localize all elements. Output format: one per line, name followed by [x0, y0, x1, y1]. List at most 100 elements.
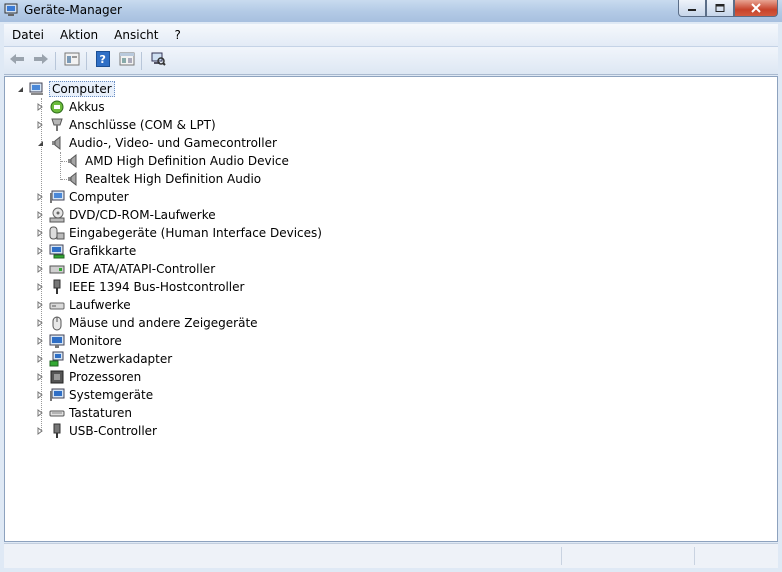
expand-arrow-icon[interactable] — [35, 188, 45, 206]
expand-arrow-icon[interactable] — [35, 332, 45, 350]
tree-item[interactable]: Akkus — [35, 98, 105, 116]
tree-item[interactable]: Netzwerkadapter — [35, 350, 172, 368]
tree-item-label: Laufwerke — [69, 298, 131, 312]
tree-item-label: IDE ATA/ATAPI-Controller — [69, 262, 216, 276]
tree-item-label: Eingabegeräte (Human Interface Devices) — [69, 226, 322, 240]
keyboard-icon — [49, 405, 65, 421]
view-icon — [119, 52, 135, 69]
forward-button[interactable] — [30, 51, 52, 71]
toolbar-separator — [141, 51, 142, 70]
tree-item-label: Tastaturen — [69, 406, 132, 420]
svg-text:?: ? — [100, 53, 106, 66]
tree-item[interactable]: Eingabegeräte (Human Interface Devices) — [35, 224, 322, 242]
title-bar[interactable]: Geräte-Manager — [0, 0, 782, 22]
toolbar: ? — [4, 47, 778, 75]
tree-item[interactable]: Tastaturen — [35, 404, 132, 422]
collapse-arrow-icon[interactable] — [35, 134, 45, 152]
expand-arrow-icon[interactable] — [35, 278, 45, 296]
speaker-icon — [65, 153, 81, 169]
tree-item-label: Anschlüsse (COM & LPT) — [69, 118, 216, 132]
tree-item-label: Akkus — [69, 100, 105, 114]
scan-hardware-button[interactable] — [147, 51, 169, 71]
toolbar-separator — [55, 51, 56, 70]
tree-root-computer[interactable]: Computer — [15, 80, 115, 98]
tree-child-label: AMD High Definition Audio Device — [85, 154, 289, 168]
expand-arrow-icon[interactable] — [35, 422, 45, 440]
expand-arrow-icon[interactable] — [35, 386, 45, 404]
tree-item[interactable]: Laufwerke — [35, 296, 131, 314]
forward-icon — [33, 52, 49, 69]
expand-arrow-icon[interactable] — [35, 98, 45, 116]
usb-icon — [49, 423, 65, 439]
view-button[interactable] — [116, 51, 138, 71]
status-bar-panel — [561, 547, 694, 565]
tree-item[interactable]: Prozessoren — [35, 368, 141, 386]
back-icon — [9, 52, 25, 69]
tree-item-label: Grafikkarte — [69, 244, 137, 258]
tree-connector — [60, 152, 61, 180]
tree-item[interactable]: Systemgeräte — [35, 386, 153, 404]
device-tree[interactable]: Computer Akkus Anschlüsse (COM & LPT) Au… — [4, 76, 778, 542]
hid-icon — [49, 225, 65, 241]
tree-item[interactable]: Mäuse und andere Zeigegeräte — [35, 314, 258, 332]
monitor-icon — [49, 333, 65, 349]
tree-item[interactable]: Computer — [35, 188, 129, 206]
speaker-icon — [65, 171, 81, 187]
help-button[interactable]: ? — [92, 51, 114, 71]
close-button[interactable] — [734, 0, 778, 17]
mouse-icon — [49, 315, 65, 331]
computer-icon — [49, 189, 65, 205]
speaker-icon — [49, 135, 65, 151]
collapse-arrow-icon[interactable] — [15, 80, 25, 98]
expand-arrow-icon[interactable] — [35, 314, 45, 332]
expand-arrow-icon[interactable] — [35, 368, 45, 386]
tree-item[interactable]: Audio-, Video- und Gamecontroller — [35, 134, 277, 152]
port-icon — [49, 117, 65, 133]
properties-button[interactable] — [61, 51, 83, 71]
minimize-button[interactable] — [678, 0, 706, 17]
expand-arrow-icon[interactable] — [35, 224, 45, 242]
tree-child-item[interactable]: AMD High Definition Audio Device — [65, 152, 289, 170]
display-adapter-icon — [49, 243, 65, 259]
expand-arrow-icon[interactable] — [35, 350, 45, 368]
device-manager-icon — [4, 3, 20, 17]
menu-ansicht[interactable]: Ansicht — [106, 24, 166, 46]
status-bar — [4, 543, 778, 568]
tree-item[interactable]: Monitore — [35, 332, 122, 350]
firewire-icon — [49, 279, 65, 295]
tree-item[interactable]: USB-Controller — [35, 422, 157, 440]
menu-datei[interactable]: Datei — [4, 24, 52, 46]
maximize-button[interactable] — [706, 0, 734, 17]
tree-item-label: DVD/CD-ROM-Laufwerke — [69, 208, 216, 222]
dvd-drive-icon — [49, 207, 65, 223]
tree-child-item[interactable]: Realtek High Definition Audio — [65, 170, 261, 188]
menu-aktion[interactable]: Aktion — [52, 24, 106, 46]
tree-item-label: Computer — [69, 190, 129, 204]
tree-item[interactable]: IDE ATA/ATAPI-Controller — [35, 260, 215, 278]
tree-item-label: Monitore — [69, 334, 122, 348]
tree-item[interactable]: Grafikkarte — [35, 242, 136, 260]
expand-arrow-icon[interactable] — [35, 242, 45, 260]
help-icon: ? — [96, 51, 110, 70]
tree-item[interactable]: Anschlüsse (COM & LPT) — [35, 116, 216, 134]
back-button[interactable] — [6, 51, 28, 71]
tree-item-label: Audio-, Video- und Gamecontroller — [69, 136, 277, 150]
tree-item[interactable]: DVD/CD-ROM-Laufwerke — [35, 206, 216, 224]
tree-item-label: Netzwerkadapter — [69, 352, 173, 366]
tree-root-label: Computer — [49, 81, 115, 97]
battery-icon — [49, 99, 65, 115]
menu-bar: Datei Aktion Ansicht ? — [4, 24, 778, 47]
ide-controller-icon — [49, 261, 65, 277]
expand-arrow-icon[interactable] — [35, 296, 45, 314]
disk-drive-icon — [49, 297, 65, 313]
expand-arrow-icon[interactable] — [35, 206, 45, 224]
menu-help[interactable]: ? — [166, 24, 188, 46]
tree-item[interactable]: IEEE 1394 Bus-Hostcontroller — [35, 278, 244, 296]
computer-icon — [29, 81, 45, 97]
properties-icon — [64, 52, 80, 69]
expand-arrow-icon[interactable] — [35, 116, 45, 134]
network-adapter-icon — [49, 351, 65, 367]
expand-arrow-icon[interactable] — [35, 260, 45, 278]
tree-item-label: Systemgeräte — [69, 388, 154, 402]
expand-arrow-icon[interactable] — [35, 404, 45, 422]
